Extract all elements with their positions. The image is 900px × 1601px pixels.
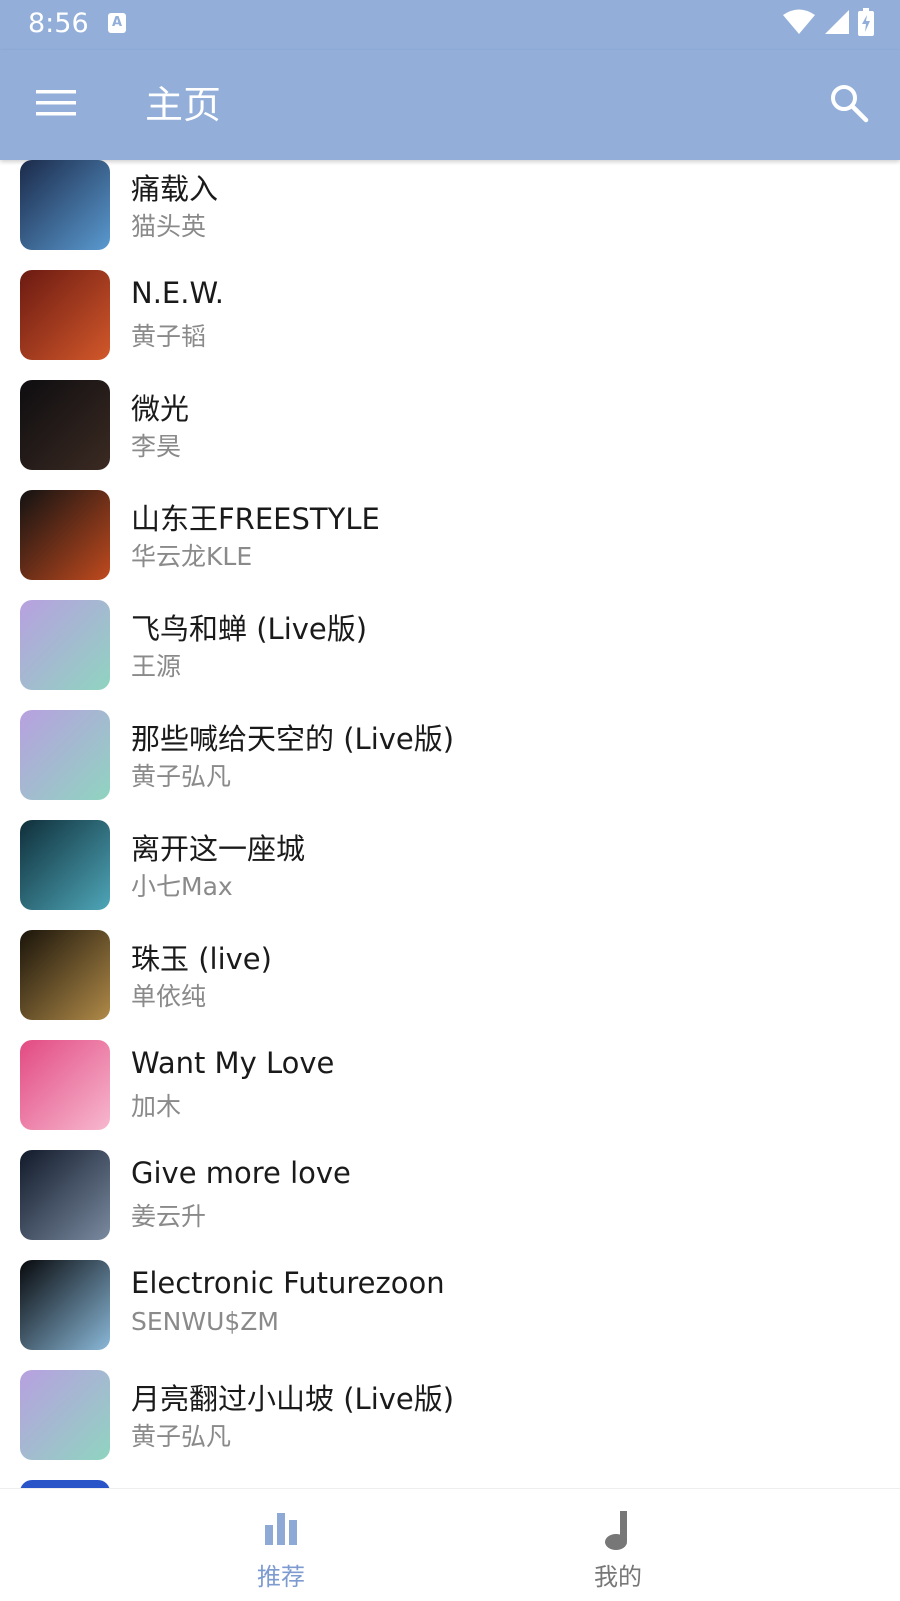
song-item[interactable]: 月亮翻过小山坡 (Live版) 黄子弘凡 xyxy=(0,1370,900,1480)
wifi-icon xyxy=(783,9,815,34)
song-artist: SENWU$ZM xyxy=(131,1307,279,1336)
song-title: Want My Love xyxy=(131,1046,335,1080)
app-bar: 主页 xyxy=(0,50,900,160)
album-art xyxy=(20,270,110,360)
song-item[interactable]: 那些喊给天空的 (Live版) 黄子弘凡 xyxy=(0,710,900,820)
song-artist: 加木 xyxy=(131,1092,182,1121)
song-item[interactable]: 微光 李昊 xyxy=(0,380,900,490)
status-bar: 8:56 A xyxy=(0,0,900,50)
song-artist: 单依纯 xyxy=(131,982,207,1011)
album-art xyxy=(20,930,110,1020)
album-art xyxy=(20,600,110,690)
song-title: 痛载入 xyxy=(131,172,219,206)
album-art xyxy=(20,1260,110,1350)
bottom-navigation: 推荐 我的 xyxy=(0,1488,900,1601)
cellular-signal-icon xyxy=(825,10,849,34)
search-icon[interactable] xyxy=(828,82,870,124)
song-item[interactable]: Want My Love 加木 xyxy=(0,1040,900,1150)
song-title: 微光 xyxy=(131,392,190,426)
menu-icon[interactable] xyxy=(36,87,76,119)
song-title: 那些喊给天空的 (Live版) xyxy=(131,722,455,756)
song-title: Electronic Futurezoon xyxy=(131,1266,445,1300)
song-artist: 小七Max xyxy=(131,872,233,901)
album-art xyxy=(20,380,110,470)
album-art xyxy=(20,1370,110,1460)
album-art xyxy=(20,710,110,800)
album-art xyxy=(20,490,110,580)
status-icons xyxy=(782,8,874,36)
page-title: 主页 xyxy=(145,83,222,127)
song-artist: 黄子韬 xyxy=(131,322,207,351)
song-item[interactable]: Electronic Futurezoon SENWU$ZM xyxy=(0,1260,900,1370)
song-item[interactable]: N.E.W. 黄子韬 xyxy=(0,270,900,380)
song-artist: 黄子弘凡 xyxy=(131,762,232,791)
album-art xyxy=(20,1040,110,1130)
song-title: 珠玉 (live) xyxy=(131,942,272,976)
song-item[interactable]: Give more love 姜云升 xyxy=(0,1150,900,1260)
tab-mine-label: 我的 xyxy=(594,1563,642,1591)
song-artist: 华云龙KLE xyxy=(131,542,253,571)
song-artist: 王源 xyxy=(131,652,182,681)
tab-mine[interactable]: 我的 xyxy=(393,1489,843,1601)
song-title: 月亮翻过小山坡 (Live版) xyxy=(131,1382,455,1416)
song-artist: 姜云升 xyxy=(131,1202,207,1231)
song-item[interactable]: 珠玉 (live) 单依纯 xyxy=(0,930,900,1040)
bar-chart-icon xyxy=(265,1513,297,1545)
notification-icon: A xyxy=(108,13,126,33)
song-title: 飞鸟和蝉 (Live版) xyxy=(131,612,368,646)
song-item[interactable]: 痛载入 猫头英 xyxy=(0,160,900,270)
album-art xyxy=(20,820,110,910)
song-title: 离开这一座城 xyxy=(131,832,306,866)
song-title: Give more love xyxy=(131,1156,351,1190)
album-art xyxy=(20,1150,110,1240)
song-title: N.E.W. xyxy=(131,276,225,310)
song-list: 痛载入猫头英 N.E.W. 黄子韬微光李昊山东王FREESTYLE 华云龙KLE 飞鸟和… xyxy=(0,160,900,1490)
song-title: 山东王FREESTYLE xyxy=(131,502,380,536)
song-item[interactable]: 飞鸟和蝉 (Live版) 王源 xyxy=(0,600,900,710)
album-art xyxy=(20,160,110,250)
music-note-icon xyxy=(605,1511,627,1550)
song-item[interactable]: 离开这一座城小七Max xyxy=(0,820,900,930)
song-artist: 猫头英 xyxy=(131,212,207,241)
song-item[interactable]: 山东王FREESTYLE 华云龙KLE xyxy=(0,490,900,600)
song-artist: 黄子弘凡 xyxy=(131,1422,232,1451)
status-time: 8:56 xyxy=(28,8,89,39)
song-artist: 李昊 xyxy=(131,432,182,461)
battery-charging-icon xyxy=(858,8,874,36)
